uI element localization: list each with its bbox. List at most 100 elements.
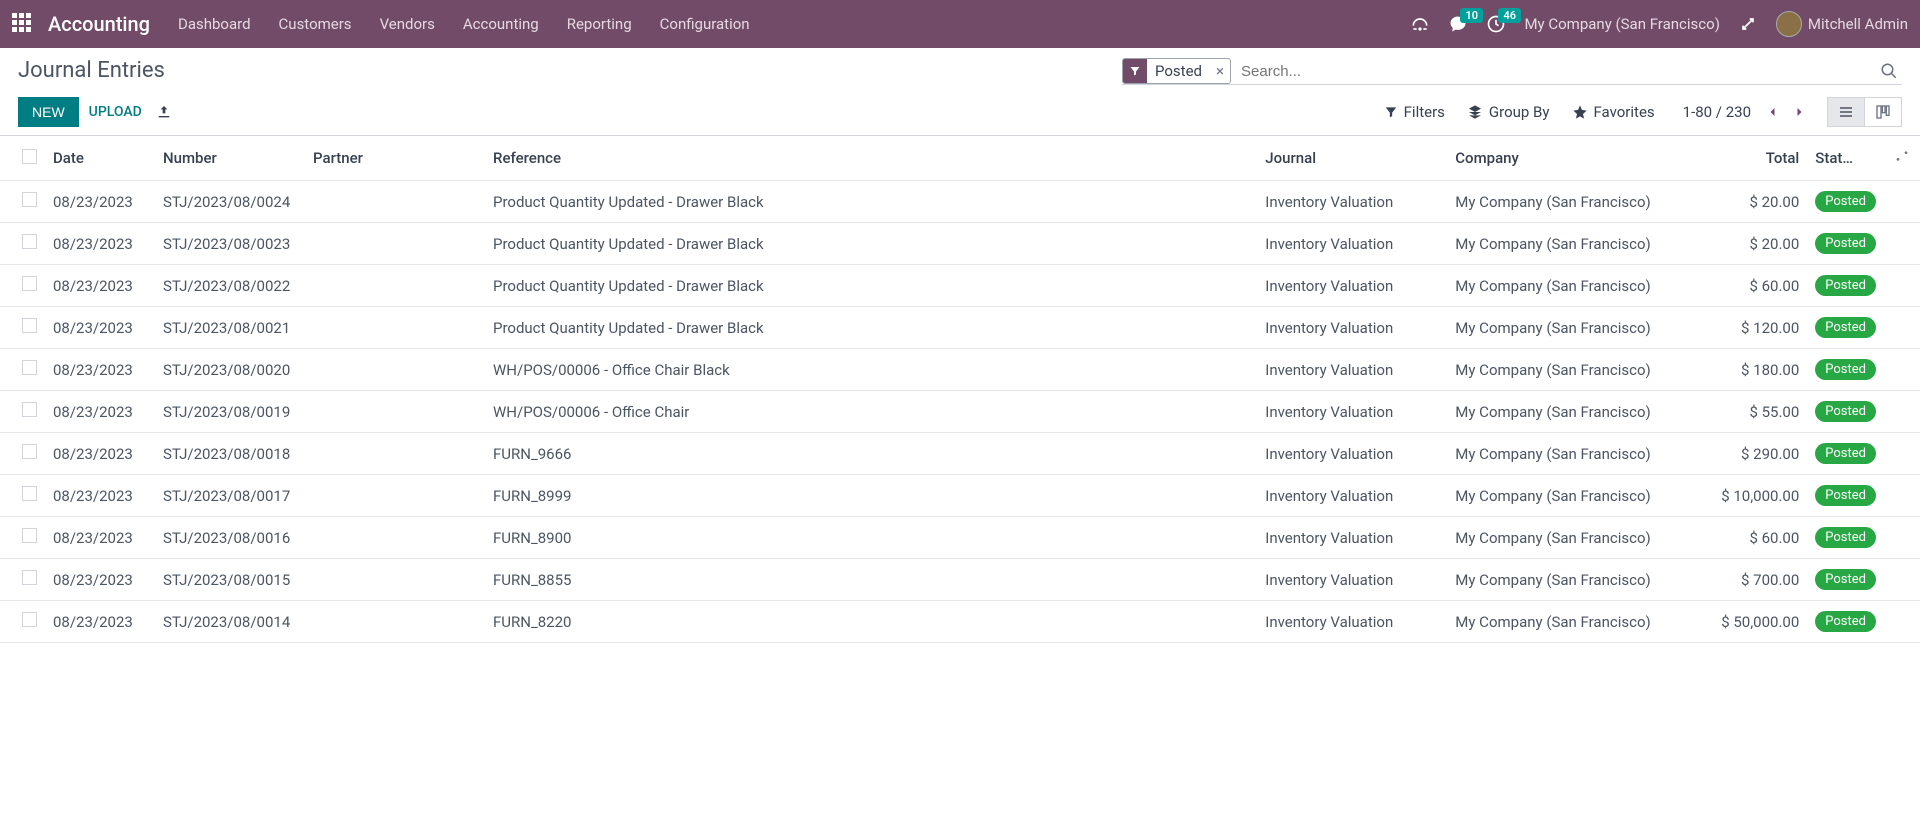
status-badge: Posted bbox=[1815, 275, 1876, 296]
col-status[interactable]: Stat… bbox=[1807, 136, 1884, 181]
nav-menu: Dashboard Customers Vendors Accounting R… bbox=[178, 15, 750, 33]
upload-icon[interactable] bbox=[156, 104, 172, 120]
table-row[interactable]: 08/23/2023STJ/2023/08/0017FURN_8999Inven… bbox=[0, 475, 1920, 517]
activities-icon[interactable]: 46 bbox=[1486, 14, 1506, 34]
table-row[interactable]: 08/23/2023STJ/2023/08/0019WH/POS/00006 -… bbox=[0, 391, 1920, 433]
cell-journal: Inventory Valuation bbox=[1257, 307, 1447, 349]
cell-company: My Company (San Francisco) bbox=[1447, 181, 1697, 223]
col-partner[interactable]: Partner bbox=[305, 136, 485, 181]
apps-icon[interactable] bbox=[12, 13, 34, 35]
shortcuts-icon[interactable] bbox=[1410, 14, 1430, 34]
cell-partner bbox=[305, 391, 485, 433]
cell-company: My Company (San Francisco) bbox=[1447, 433, 1697, 475]
cell-partner bbox=[305, 349, 485, 391]
cell-total: $ 20.00 bbox=[1697, 223, 1807, 265]
table-row[interactable]: 08/23/2023STJ/2023/08/0018FURN_9666Inven… bbox=[0, 433, 1920, 475]
col-number[interactable]: Number bbox=[155, 136, 305, 181]
cell-company: My Company (San Francisco) bbox=[1447, 601, 1697, 643]
cell-reference: FURN_8220 bbox=[485, 601, 1257, 643]
cell-reference: Product Quantity Updated - Drawer Black bbox=[485, 223, 1257, 265]
avatar bbox=[1776, 11, 1802, 37]
select-all-checkbox[interactable] bbox=[22, 149, 37, 164]
cell-journal: Inventory Valuation bbox=[1257, 433, 1447, 475]
status-badge: Posted bbox=[1815, 233, 1876, 254]
cell-status: Posted bbox=[1807, 391, 1884, 433]
col-total[interactable]: Total bbox=[1697, 136, 1807, 181]
cell-date: 08/23/2023 bbox=[45, 181, 155, 223]
cell-company: My Company (San Francisco) bbox=[1447, 559, 1697, 601]
cell-number: STJ/2023/08/0022 bbox=[155, 265, 305, 307]
row-checkbox[interactable] bbox=[22, 612, 37, 627]
cell-journal: Inventory Valuation bbox=[1257, 223, 1447, 265]
groupby-dropdown[interactable]: Group By bbox=[1467, 103, 1550, 121]
table-row[interactable]: 08/23/2023STJ/2023/08/0022Product Quanti… bbox=[0, 265, 1920, 307]
cell-company: My Company (San Francisco) bbox=[1447, 391, 1697, 433]
table-row[interactable]: 08/23/2023STJ/2023/08/0020WH/POS/00006 -… bbox=[0, 349, 1920, 391]
cell-total: $ 60.00 bbox=[1697, 265, 1807, 307]
col-date[interactable]: Date bbox=[45, 136, 155, 181]
cell-number: STJ/2023/08/0017 bbox=[155, 475, 305, 517]
new-button[interactable]: NEW bbox=[18, 97, 79, 127]
messages-icon[interactable]: 10 bbox=[1448, 14, 1468, 34]
nav-customers[interactable]: Customers bbox=[279, 15, 352, 33]
nav-accounting[interactable]: Accounting bbox=[463, 15, 539, 33]
app-title[interactable]: Accounting bbox=[48, 12, 150, 36]
cell-total: $ 60.00 bbox=[1697, 517, 1807, 559]
row-checkbox[interactable] bbox=[22, 570, 37, 585]
kanban-view-button[interactable] bbox=[1865, 97, 1902, 127]
row-checkbox[interactable] bbox=[22, 444, 37, 459]
col-reference[interactable]: Reference bbox=[485, 136, 1257, 181]
cell-company: My Company (San Francisco) bbox=[1447, 517, 1697, 559]
view-switcher bbox=[1827, 97, 1902, 127]
cell-partner bbox=[305, 601, 485, 643]
upload-button[interactable]: UPLOAD bbox=[89, 104, 142, 120]
cell-partner bbox=[305, 223, 485, 265]
nav-dashboard[interactable]: Dashboard bbox=[178, 15, 251, 33]
table-header-row: Date Number Partner Reference Journal Co… bbox=[0, 136, 1920, 181]
table-row[interactable]: 08/23/2023STJ/2023/08/0023Product Quanti… bbox=[0, 223, 1920, 265]
cell-company: My Company (San Francisco) bbox=[1447, 223, 1697, 265]
cell-status: Posted bbox=[1807, 349, 1884, 391]
topbar: Accounting Dashboard Customers Vendors A… bbox=[0, 0, 1920, 48]
nav-configuration[interactable]: Configuration bbox=[660, 15, 750, 33]
row-checkbox[interactable] bbox=[22, 276, 37, 291]
status-badge: Posted bbox=[1815, 443, 1876, 464]
status-badge: Posted bbox=[1815, 569, 1876, 590]
row-checkbox[interactable] bbox=[22, 234, 37, 249]
table-row[interactable]: 08/23/2023STJ/2023/08/0021Product Quanti… bbox=[0, 307, 1920, 349]
table-row[interactable]: 08/23/2023STJ/2023/08/0014FURN_8220Inven… bbox=[0, 601, 1920, 643]
pager-value[interactable]: 1-80 / 230 bbox=[1683, 103, 1751, 121]
pager-next[interactable] bbox=[1789, 101, 1809, 123]
filter-facet-remove[interactable]: × bbox=[1210, 62, 1230, 80]
optional-columns-icon[interactable] bbox=[1884, 136, 1920, 181]
search-icon[interactable] bbox=[1876, 58, 1902, 84]
row-checkbox[interactable] bbox=[22, 528, 37, 543]
filters-dropdown[interactable]: Filters bbox=[1384, 103, 1445, 121]
user-menu[interactable]: Mitchell Admin bbox=[1776, 11, 1908, 37]
cell-partner bbox=[305, 559, 485, 601]
cell-status: Posted bbox=[1807, 307, 1884, 349]
row-checkbox[interactable] bbox=[22, 318, 37, 333]
row-checkbox[interactable] bbox=[22, 486, 37, 501]
col-journal[interactable]: Journal bbox=[1257, 136, 1447, 181]
table-row[interactable]: 08/23/2023STJ/2023/08/0015FURN_8855Inven… bbox=[0, 559, 1920, 601]
tools-icon[interactable] bbox=[1738, 14, 1758, 34]
row-checkbox[interactable] bbox=[22, 360, 37, 375]
search-input[interactable] bbox=[1237, 59, 1876, 84]
col-company[interactable]: Company bbox=[1447, 136, 1697, 181]
table-row[interactable]: 08/23/2023STJ/2023/08/0024Product Quanti… bbox=[0, 181, 1920, 223]
nav-vendors[interactable]: Vendors bbox=[380, 15, 435, 33]
favorites-dropdown[interactable]: Favorites bbox=[1572, 103, 1655, 121]
cell-total: $ 120.00 bbox=[1697, 307, 1807, 349]
table-row[interactable]: 08/23/2023STJ/2023/08/0016FURN_8900Inven… bbox=[0, 517, 1920, 559]
company-switcher[interactable]: My Company (San Francisco) bbox=[1524, 15, 1719, 33]
row-checkbox[interactable] bbox=[22, 402, 37, 417]
cell-status: Posted bbox=[1807, 517, 1884, 559]
row-checkbox[interactable] bbox=[22, 192, 37, 207]
search-options: Filters Group By Favorites bbox=[1384, 103, 1655, 121]
pager-prev[interactable] bbox=[1763, 101, 1783, 123]
filter-facet: Posted × bbox=[1122, 58, 1231, 84]
cell-total: $ 290.00 bbox=[1697, 433, 1807, 475]
nav-reporting[interactable]: Reporting bbox=[567, 15, 632, 33]
list-view-button[interactable] bbox=[1827, 97, 1865, 127]
